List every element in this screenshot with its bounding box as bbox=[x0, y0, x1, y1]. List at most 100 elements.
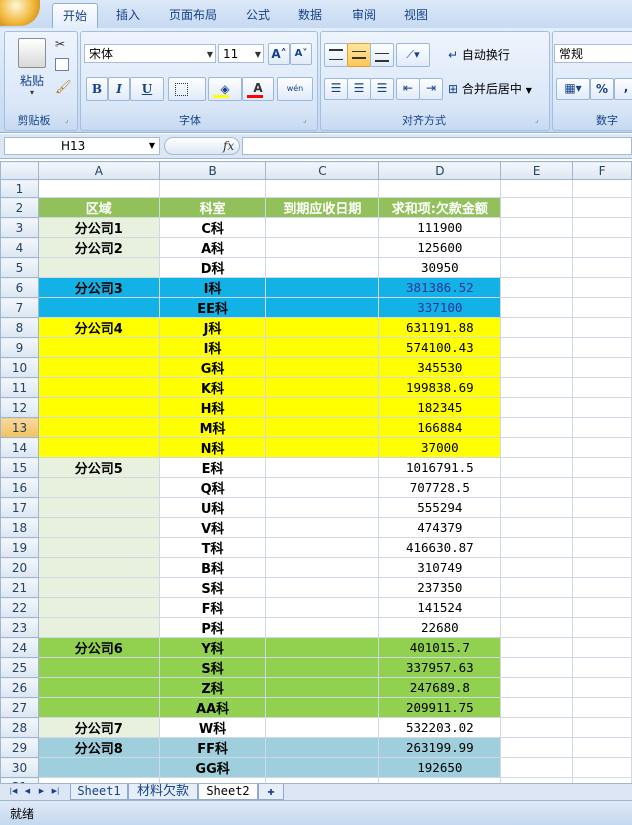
cell-a[interactable]: 区域 bbox=[37, 197, 160, 218]
row-header[interactable]: 29 bbox=[0, 737, 39, 758]
cell-b[interactable]: M科 bbox=[158, 417, 267, 438]
row-header[interactable]: 4 bbox=[0, 237, 39, 258]
tab-formulas[interactable]: 公式 bbox=[236, 3, 280, 27]
cell-e[interactable] bbox=[500, 557, 574, 578]
row-header[interactable]: 3 bbox=[0, 217, 39, 238]
select-all-corner[interactable] bbox=[0, 161, 39, 180]
cell-c[interactable] bbox=[265, 237, 380, 258]
row-header[interactable]: 12 bbox=[0, 397, 39, 418]
prev-sheet-icon[interactable]: ◀ bbox=[22, 786, 33, 797]
cell-f[interactable] bbox=[572, 237, 632, 258]
cell-f[interactable] bbox=[572, 537, 632, 558]
cell-c[interactable] bbox=[265, 657, 380, 678]
row-header[interactable]: 9 bbox=[0, 337, 39, 358]
cell-f[interactable] bbox=[572, 477, 632, 498]
cell-d[interactable]: 166884 bbox=[378, 417, 502, 438]
cell-e[interactable] bbox=[500, 397, 574, 418]
cell-f[interactable] bbox=[572, 657, 632, 678]
tab-data[interactable]: 数据 bbox=[288, 3, 332, 27]
cell-c[interactable] bbox=[265, 537, 380, 558]
cell-c[interactable] bbox=[265, 497, 380, 518]
cell-b[interactable]: Y科 bbox=[158, 637, 267, 658]
cell-a[interactable] bbox=[37, 497, 160, 518]
cell-b[interactable]: FF科 bbox=[158, 737, 267, 758]
row-header[interactable]: 11 bbox=[0, 377, 39, 398]
row-header[interactable]: 20 bbox=[0, 557, 39, 578]
row-header[interactable]: 19 bbox=[0, 537, 39, 558]
cell-f[interactable] bbox=[572, 497, 632, 518]
cell-e[interactable] bbox=[500, 437, 574, 458]
cell-b[interactable]: T科 bbox=[158, 537, 267, 558]
cell-d[interactable]: 247689.8 bbox=[378, 677, 502, 698]
cell-c[interactable] bbox=[265, 317, 380, 338]
cell-d[interactable]: 310749 bbox=[378, 557, 502, 578]
column-header[interactable]: D bbox=[378, 161, 502, 180]
cell-e[interactable] bbox=[500, 257, 574, 278]
cell-d[interactable]: 707728.5 bbox=[378, 477, 502, 498]
cell-c[interactable] bbox=[265, 457, 380, 478]
cell-c[interactable] bbox=[265, 557, 380, 578]
cell-c[interactable] bbox=[265, 617, 380, 638]
cell-d[interactable]: 求和项:欠款金额 bbox=[378, 197, 502, 218]
cell-e[interactable] bbox=[500, 477, 574, 498]
cell-d[interactable]: 574100.43 bbox=[378, 337, 502, 358]
comma-button[interactable]: , bbox=[614, 78, 632, 100]
cell-d[interactable]: 1016791.5 bbox=[378, 457, 502, 478]
cell-c[interactable] bbox=[265, 297, 380, 318]
cell-e[interactable] bbox=[500, 377, 574, 398]
cell-d[interactable]: 401015.7 bbox=[378, 637, 502, 658]
cell-f[interactable] bbox=[572, 717, 632, 738]
cell-d[interactable]: 474379 bbox=[378, 517, 502, 538]
cell-e[interactable] bbox=[500, 237, 574, 258]
paste-dropdown-icon[interactable]: ▾ bbox=[30, 88, 34, 97]
cell-a[interactable] bbox=[37, 477, 160, 498]
cell-b[interactable]: K科 bbox=[158, 377, 267, 398]
tab-insert[interactable]: 插入 bbox=[106, 3, 150, 27]
cell-b[interactable]: V科 bbox=[158, 517, 267, 538]
format-painter-icon[interactable]: 🖌 bbox=[55, 80, 72, 95]
cell-f[interactable] bbox=[572, 577, 632, 598]
tab-review[interactable]: 审阅 bbox=[342, 3, 386, 27]
cell-b[interactable]: EE科 bbox=[158, 297, 267, 318]
tab-page-layout[interactable]: 页面布局 bbox=[160, 3, 226, 27]
cell-e[interactable] bbox=[500, 517, 574, 538]
cell-e[interactable] bbox=[500, 277, 574, 298]
cell-a[interactable] bbox=[37, 617, 160, 638]
cell-b[interactable]: D科 bbox=[158, 257, 267, 278]
cell-b[interactable]: I科 bbox=[158, 277, 267, 298]
cell-c[interactable] bbox=[265, 179, 380, 198]
cell-c[interactable] bbox=[265, 437, 380, 458]
cell-c[interactable] bbox=[265, 597, 380, 618]
cell-b[interactable]: AA科 bbox=[158, 697, 267, 718]
font-color-button[interactable]: A bbox=[242, 77, 274, 101]
cell-a[interactable] bbox=[37, 557, 160, 578]
row-header[interactable]: 16 bbox=[0, 477, 39, 498]
row-header[interactable]: 21 bbox=[0, 577, 39, 598]
column-header[interactable]: E bbox=[500, 161, 574, 180]
border-button[interactable] bbox=[168, 77, 206, 101]
cell-d[interactable]: 37000 bbox=[378, 437, 502, 458]
cell-b[interactable]: B科 bbox=[158, 557, 267, 578]
grow-font-button[interactable]: A˄ bbox=[268, 43, 290, 65]
cell-d[interactable]: 192650 bbox=[378, 757, 502, 778]
currency-button[interactable]: ▦▾ bbox=[556, 78, 590, 100]
cell-d[interactable]: 30950 bbox=[378, 257, 502, 278]
cell-f[interactable] bbox=[572, 597, 632, 618]
cell-b[interactable]: G科 bbox=[158, 357, 267, 378]
cell-a[interactable]: 分公司1 bbox=[37, 217, 160, 238]
cell-a[interactable] bbox=[37, 179, 160, 198]
row-header[interactable]: 18 bbox=[0, 517, 39, 538]
align-bottom-button[interactable] bbox=[370, 43, 394, 67]
cell-c[interactable] bbox=[265, 357, 380, 378]
sheet-tab-active[interactable]: Sheet2 bbox=[198, 784, 258, 800]
cell-b[interactable]: P科 bbox=[158, 617, 267, 638]
cell-f[interactable] bbox=[572, 179, 632, 198]
next-sheet-icon[interactable]: ▶ bbox=[36, 786, 47, 797]
cell-e[interactable] bbox=[500, 717, 574, 738]
cell-c[interactable] bbox=[265, 337, 380, 358]
cell-c[interactable] bbox=[265, 517, 380, 538]
cell-a[interactable]: 分公司3 bbox=[37, 277, 160, 298]
cell-d[interactable]: 263199.99 bbox=[378, 737, 502, 758]
italic-button[interactable]: I bbox=[108, 77, 130, 101]
cell-c[interactable] bbox=[265, 377, 380, 398]
